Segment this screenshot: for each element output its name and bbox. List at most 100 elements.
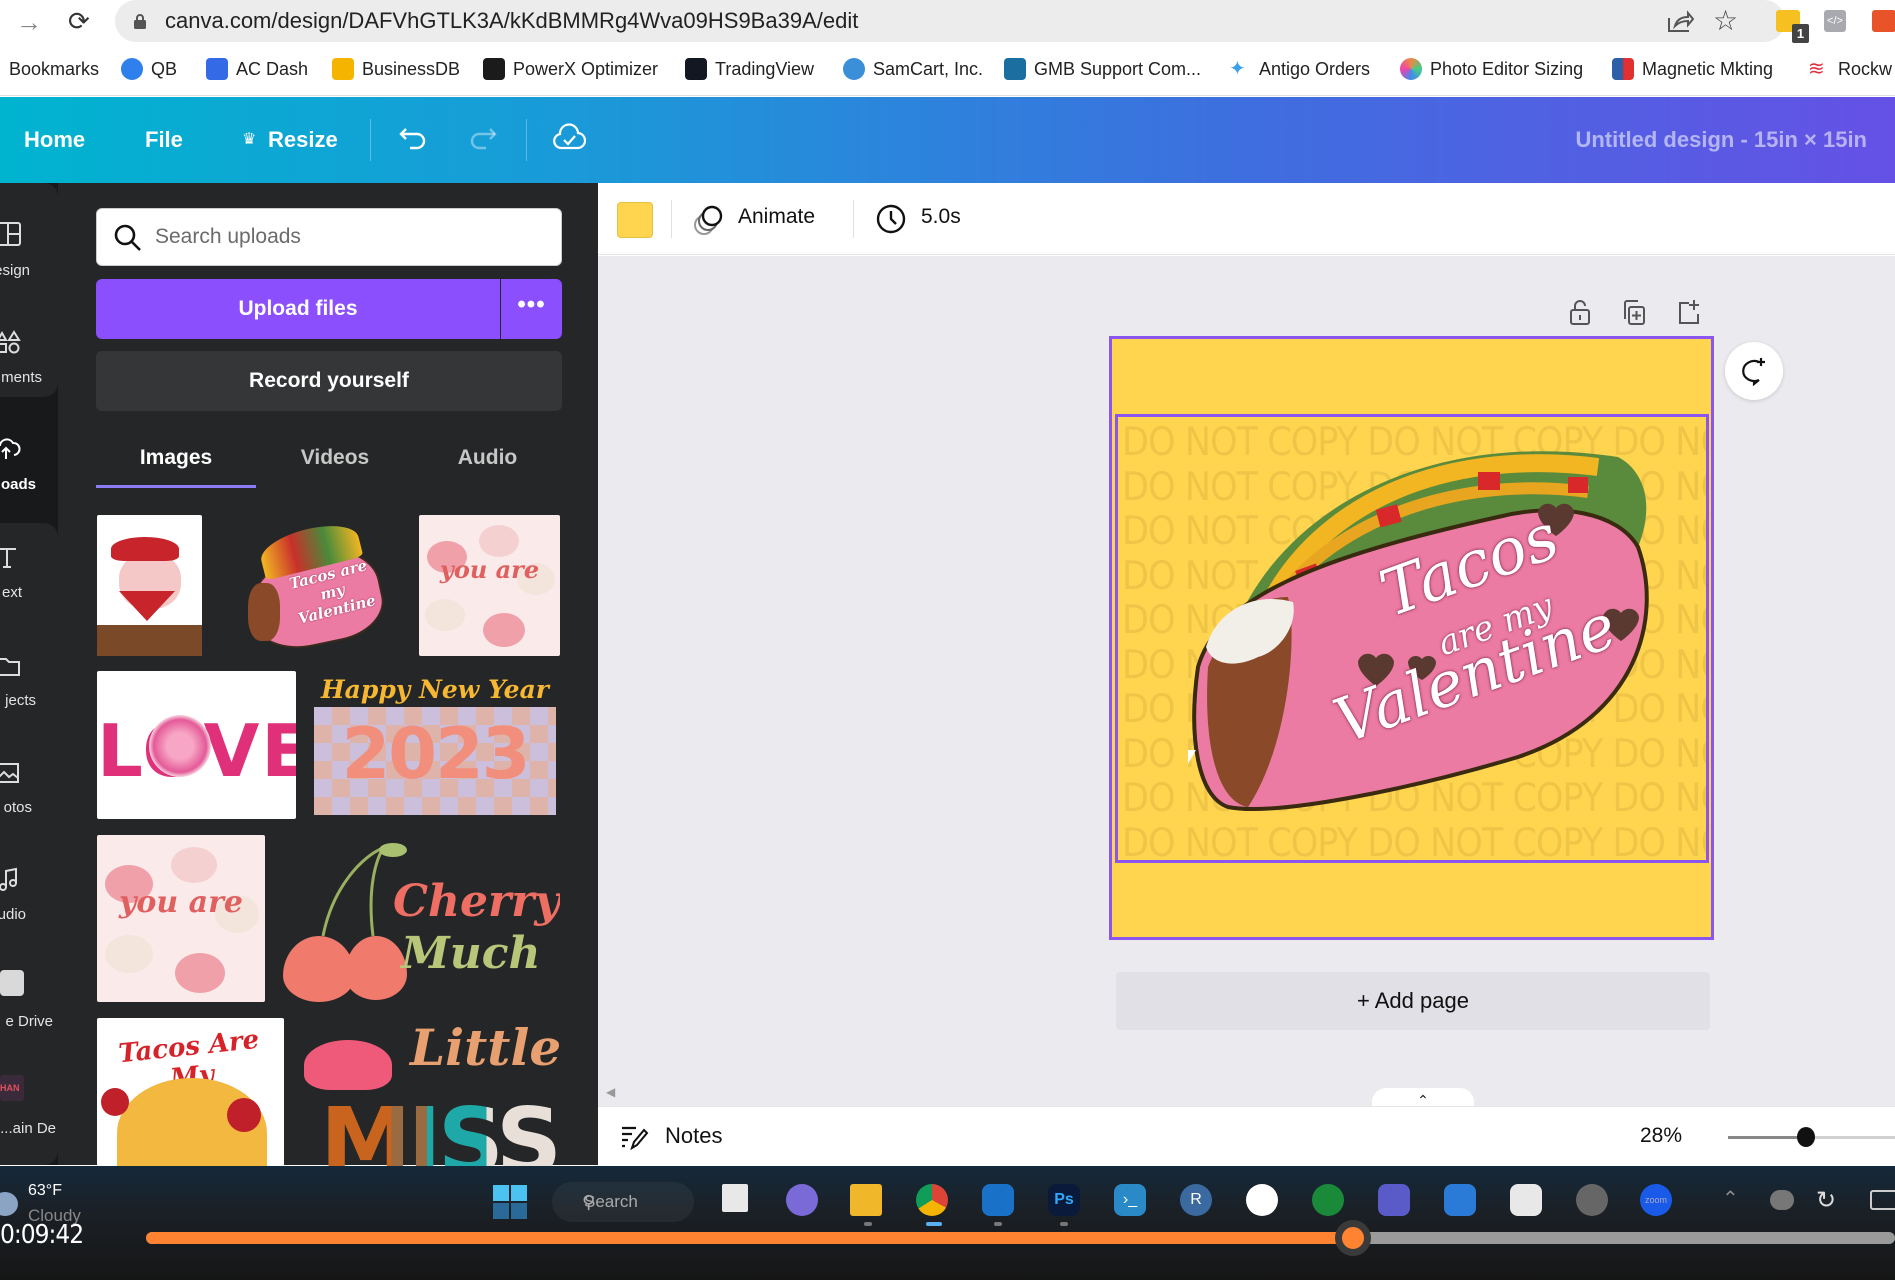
rail-item-google-drive[interactable]: e Drive bbox=[0, 946, 58, 1050]
bookmark-gmb-support[interactable]: GMB Support Com... bbox=[1004, 56, 1201, 82]
tab-audio[interactable]: Audio bbox=[420, 432, 555, 488]
clock-icon[interactable] bbox=[876, 204, 906, 234]
photoshop-icon[interactable]: Ps bbox=[1048, 1184, 1080, 1216]
resize-button[interactable]: Resize bbox=[268, 97, 338, 183]
tab-images[interactable]: Images bbox=[96, 432, 256, 488]
tray-overflow-icon[interactable]: ⌃ bbox=[1722, 1186, 1739, 1211]
onedrive-sync-icon[interactable] bbox=[1770, 1190, 1794, 1210]
hat-shape bbox=[111, 537, 179, 561]
mouse-cursor-icon bbox=[1188, 750, 1196, 764]
outlook-icon[interactable] bbox=[982, 1184, 1014, 1216]
windows-start-icon[interactable] bbox=[492, 1184, 528, 1220]
background-color-button[interactable] bbox=[617, 202, 653, 238]
photos-app-icon[interactable] bbox=[1444, 1184, 1476, 1216]
home-button[interactable]: Home bbox=[24, 97, 85, 183]
selected-image-element[interactable]: DO NOT COPY DO NOT COPY DO NOT COPYDO NO… bbox=[1115, 414, 1709, 863]
bookmark-tradingview[interactable]: TradingView bbox=[685, 56, 814, 82]
upload-more-options-button[interactable]: ••• bbox=[501, 279, 562, 339]
url-text[interactable]: canva.com/design/DAFVhGTLK3A/kKdBMMRg4Wv… bbox=[165, 8, 858, 34]
thumbnail-pig-valentine[interactable] bbox=[97, 515, 202, 656]
evernote-icon[interactable] bbox=[1312, 1184, 1344, 1216]
rail-item-audio[interactable]: udio bbox=[0, 839, 58, 943]
heart-shape bbox=[479, 525, 519, 557]
unlock-icon[interactable] bbox=[1567, 298, 1593, 326]
teams-chat-icon[interactable] bbox=[786, 1184, 818, 1216]
bookmark-photo-editor[interactable]: Photo Editor Sizing bbox=[1400, 56, 1583, 82]
snipping-tool-icon[interactable] bbox=[1510, 1184, 1542, 1216]
notes-icon[interactable] bbox=[620, 1124, 650, 1150]
bookmark-ac-dash[interactable]: AC Dash bbox=[206, 56, 308, 82]
duration-button[interactable]: 5.0s bbox=[921, 205, 961, 229]
bookmark-qb[interactable]: QB bbox=[121, 56, 177, 82]
zoom-app-icon[interactable]: zoom bbox=[1640, 1184, 1672, 1216]
bookmark-star-icon[interactable]: ☆ bbox=[1713, 4, 1738, 37]
animate-button[interactable]: Animate bbox=[738, 205, 815, 229]
bookmark-businessdb[interactable]: BusinessDB bbox=[332, 56, 460, 82]
expand-pages-button[interactable]: ⌃ bbox=[1372, 1088, 1474, 1108]
chrome-icon[interactable] bbox=[916, 1184, 948, 1216]
bookmark-antigo-orders[interactable]: ✦ Antigo Orders bbox=[1229, 56, 1370, 82]
google-drive-icon bbox=[0, 970, 24, 996]
taskbar-search[interactable]: Search bbox=[552, 1182, 694, 1222]
scroll-left-arrow[interactable]: ◀ bbox=[606, 1085, 615, 1099]
rail-item-text[interactable]: ext bbox=[0, 517, 58, 621]
thumbnail-little-miss[interactable]: Little MISS bbox=[300, 1018, 560, 1166]
thumbnail-you-are-2[interactable]: you are bbox=[97, 835, 265, 1002]
add-page-icon[interactable] bbox=[1675, 298, 1701, 326]
forward-button[interactable]: → bbox=[16, 8, 46, 36]
rail-item-elements[interactable]: ments bbox=[0, 302, 58, 406]
ms-teams-icon[interactable] bbox=[1378, 1184, 1410, 1216]
bookmark-samcart[interactable]: SamCart, Inc. bbox=[843, 56, 983, 82]
add-page-button[interactable]: + Add page bbox=[1116, 972, 1710, 1030]
extension-code-icon[interactable]: </> bbox=[1824, 10, 1846, 32]
redo-icon[interactable] bbox=[466, 123, 498, 155]
zoom-percentage[interactable]: 28% bbox=[1640, 1124, 1682, 1148]
bookmark-powerx[interactable]: PowerX Optimizer bbox=[483, 56, 658, 82]
bookmark-magnetic-mkting[interactable]: Magnetic Mkting bbox=[1612, 56, 1773, 82]
upload-files-button[interactable]: Upload files bbox=[96, 279, 500, 339]
photo-editor-icon bbox=[1400, 58, 1422, 80]
zoom-slider-fill bbox=[1728, 1136, 1807, 1139]
thumbnail-tacos-valentine[interactable]: Tacos are my Valentine bbox=[240, 525, 385, 650]
rail-item-uploads[interactable]: oads bbox=[0, 409, 58, 513]
shapes-icon bbox=[0, 330, 21, 354]
refresh-sync-icon[interactable]: ↻ bbox=[1816, 1186, 1836, 1215]
duplicate-page-icon[interactable] bbox=[1621, 298, 1647, 326]
thumbnail-cherry-much[interactable]: Cherry Much bbox=[283, 836, 560, 1004]
animate-icon[interactable] bbox=[692, 203, 726, 237]
extension-mug-icon[interactable] bbox=[1872, 10, 1895, 32]
r-app-icon[interactable]: R bbox=[1180, 1184, 1212, 1216]
bookmark-label: Antigo Orders bbox=[1259, 58, 1371, 79]
rose-shape bbox=[101, 1088, 129, 1116]
record-yourself-button[interactable]: Record yourself bbox=[96, 351, 562, 411]
design-title[interactable]: Untitled design - 15in × 15in bbox=[1575, 97, 1867, 183]
thumbnail-you-are-1[interactable]: you are bbox=[419, 515, 560, 656]
powershell-icon[interactable]: ›_ bbox=[1114, 1184, 1146, 1216]
cloud-saved-icon[interactable] bbox=[552, 121, 586, 155]
file-menu-button[interactable]: File bbox=[145, 97, 183, 183]
thumbnail-tacos-roses[interactable]: Tacos Are My bbox=[97, 1018, 284, 1166]
slack-icon[interactable] bbox=[1246, 1184, 1278, 1216]
settings-icon[interactable] bbox=[1576, 1184, 1608, 1216]
keyboard-icon[interactable] bbox=[1870, 1190, 1895, 1210]
undo-icon[interactable] bbox=[398, 123, 430, 155]
share-icon[interactable] bbox=[1666, 8, 1694, 34]
rail-item-design[interactable]: esign bbox=[0, 195, 58, 299]
task-view-icon[interactable] bbox=[722, 1184, 748, 1212]
video-scrubber-handle[interactable] bbox=[1334, 1220, 1371, 1256]
brain-app-icon: HAN bbox=[0, 1075, 24, 1101]
file-explorer-icon[interactable] bbox=[850, 1184, 882, 1216]
add-comment-button[interactable] bbox=[1725, 342, 1783, 400]
bookmark-rockw[interactable]: ≋ Rockw bbox=[1808, 56, 1892, 82]
thumbnail-happy-new-year-2023[interactable]: Happy New Year 2023 bbox=[310, 671, 560, 819]
rail-item-brain-de[interactable]: HAN ain De... bbox=[0, 1053, 58, 1157]
rail-item-projects[interactable]: jects bbox=[0, 625, 58, 729]
search-uploads-input[interactable] bbox=[155, 208, 545, 266]
notes-button[interactable]: Notes bbox=[665, 1123, 722, 1149]
bookmark-bookmarks[interactable]: Bookmarks bbox=[9, 56, 99, 82]
weather-temperature[interactable]: 63°F bbox=[28, 1182, 62, 1200]
tab-videos[interactable]: Videos bbox=[270, 432, 400, 488]
rail-item-photos[interactable]: otos bbox=[0, 732, 58, 836]
reload-button[interactable]: ⟳ bbox=[68, 6, 98, 36]
thumbnail-love-valentine[interactable]: LOVE bbox=[97, 671, 296, 819]
